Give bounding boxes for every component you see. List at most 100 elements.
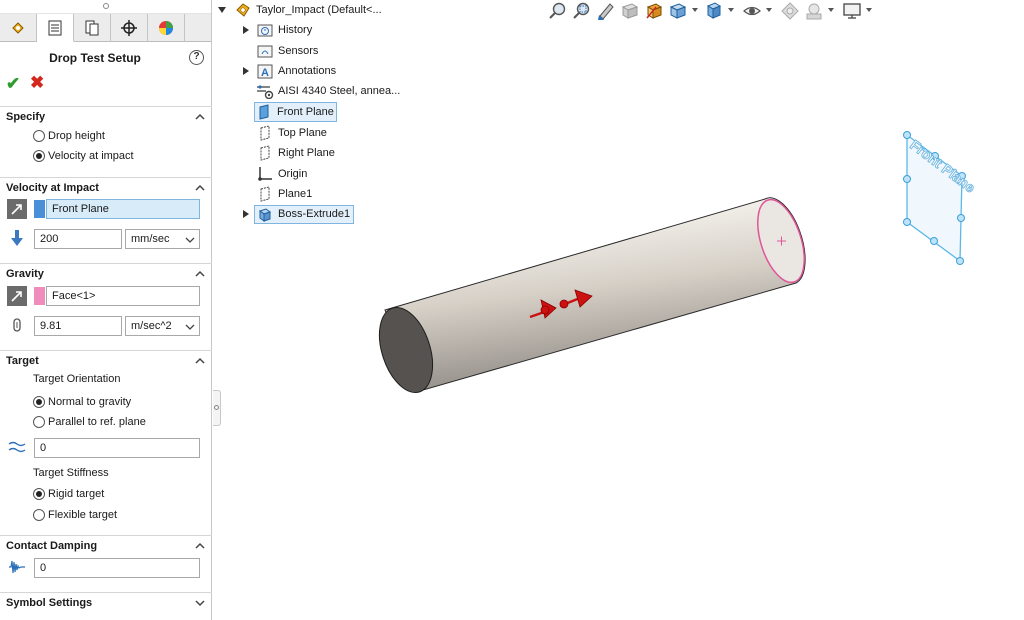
front-plane-preview[interactable]: Front Plane [903,131,979,265]
tree-item-plane1[interactable]: Plane1 [256,184,312,204]
previous-view-icon[interactable] [596,1,616,21]
plane-handle[interactable] [903,175,911,183]
collapse-triangle-icon[interactable] [218,6,226,14]
tree-root-label: Taylor_Impact (Default<... [256,4,382,16]
section-view-icon[interactable] [620,1,640,21]
section-specify-header[interactable]: Specify [0,106,212,126]
velocity-unit-select[interactable]: mm/sec [125,229,200,249]
section-symbol-settings-label: Symbol Settings [6,597,93,609]
chevron-up-icon [195,113,205,120]
heads-up-view-toolbar [548,0,888,22]
expand-triangle-icon[interactable] [242,26,250,34]
radio-velocity-at-impact[interactable]: Velocity at impact [33,148,134,164]
plane-handle[interactable] [930,237,938,245]
gravity-reference-button[interactable] [7,286,27,306]
tab-display-manager[interactable] [148,14,185,42]
radio-flexible-target[interactable]: Flexible target [33,507,117,523]
velocity-reference-field[interactable]: Front Plane [46,199,200,219]
chevron-up-icon [195,270,205,277]
hide-show-items-icon[interactable] [742,1,762,21]
ok-button[interactable]: ✔ [6,74,20,94]
radio-rigid-target-indicator[interactable] [33,488,45,500]
radio-parallel-to-ref-plane-indicator[interactable] [33,416,45,428]
tree-item-annotations[interactable]: A Annotations [240,61,336,81]
plane-handle[interactable] [903,131,911,139]
panel-grip[interactable] [0,0,211,14]
tree-item-right-plane[interactable]: Right Plane [256,143,335,163]
plane-handle[interactable] [903,218,911,226]
property-manager-icon [48,20,62,35]
direction-reference-button[interactable] [7,199,27,219]
radio-velocity-at-impact-label: Velocity at impact [48,150,134,162]
chevron-down-icon[interactable] [828,8,834,12]
tree-item-label: Top Plane [278,127,327,139]
cancel-button[interactable]: ✖ [30,73,44,93]
damping-value-input[interactable]: 0 [34,558,200,578]
chevron-down-icon[interactable] [766,8,772,12]
apply-scene-icon[interactable] [804,1,824,21]
expand-triangle-icon[interactable] [242,210,250,218]
gravity-reference-swatch [34,287,45,305]
section-target-header[interactable]: Target [0,350,212,370]
plane-handle[interactable] [957,214,965,222]
section-gravity-header[interactable]: Gravity [0,263,212,283]
feature-tree: Taylor_Impact (Default<... History Senso… [214,0,514,230]
chevron-down-icon[interactable] [728,8,734,12]
display-manager-icon [159,21,173,35]
velocity-value-input[interactable]: 200 [34,229,122,249]
gravity-value-input[interactable]: 9.81 [34,316,122,336]
edit-appearance-icon[interactable] [780,1,800,21]
radio-normal-to-gravity-indicator[interactable] [33,396,45,408]
radio-rigid-target[interactable]: Rigid target [33,486,104,502]
tab-feature-manager[interactable] [0,14,37,42]
radio-parallel-to-ref-plane[interactable]: Parallel to ref. plane [33,414,146,430]
expand-triangle-icon[interactable] [242,67,250,75]
section-damping-header[interactable]: Contact Damping [0,535,212,555]
help-icon[interactable]: ? [189,50,204,65]
chevron-down-icon[interactable] [866,8,872,12]
tree-item-top-plane[interactable]: Top Plane [256,123,327,143]
gravity-reference-field[interactable]: Face<1> [46,286,200,306]
material-icon [256,82,274,100]
tree-item-label: Boss-Extrude1 [278,208,351,220]
section-velocity-label: Velocity at Impact [6,182,99,194]
section-velocity-header[interactable]: Velocity at Impact [0,177,212,197]
target-offset-input[interactable]: 0 [34,438,200,458]
gravity-unit-select[interactable]: m/sec^2 [125,316,200,336]
section-specify-label: Specify [6,111,46,123]
tree-item-origin[interactable]: Origin [256,164,307,184]
annotations-icon: A [256,62,274,80]
tree-item-sensors[interactable]: Sensors [256,41,318,61]
plane-handle[interactable] [956,257,964,265]
panel-actions: ✔ ✖ [0,72,211,98]
svg-text:A: A [261,67,269,79]
zoom-to-fit-icon[interactable] [548,1,568,21]
radio-flexible-target-indicator[interactable] [33,509,45,521]
view-orientation-icon[interactable] [668,1,688,21]
section-gravity-label: Gravity [6,268,44,280]
velocity-reference-swatch [34,200,45,218]
tree-item-history[interactable]: History [240,20,312,40]
section-symbol-settings-header[interactable]: Symbol Settings [0,592,212,612]
chevron-up-icon [195,184,205,191]
tree-item-front-plane[interactable]: Front Plane [254,102,337,122]
plane-icon [256,144,274,162]
display-style-icon[interactable] [704,1,724,21]
tree-root[interactable]: Taylor_Impact (Default<... [218,0,382,20]
view-settings-icon[interactable] [842,1,862,21]
radio-drop-height[interactable]: Drop height [33,128,105,144]
tab-dimxpert-manager[interactable] [111,14,148,42]
radio-normal-to-gravity[interactable]: Normal to gravity [33,394,131,410]
tree-item-boss-extrude1[interactable]: Boss-Extrude1 [240,204,355,224]
radio-velocity-at-impact-indicator[interactable] [33,150,45,162]
tab-property-manager[interactable] [37,14,74,42]
zoom-to-area-icon[interactable] [572,1,592,21]
chevron-down-icon[interactable] [692,8,698,12]
radio-drop-height-indicator[interactable] [33,130,45,142]
tree-item-material[interactable]: AISI 4340 Steel, annea... [256,81,400,101]
tab-configuration-manager[interactable] [74,14,111,42]
sensors-folder-icon [256,42,274,60]
tree-item-label: Annotations [278,65,337,77]
tree-item-boss-extrude1-highlight: Boss-Extrude1 [254,204,355,224]
dynamic-annotation-icon[interactable] [644,1,664,21]
